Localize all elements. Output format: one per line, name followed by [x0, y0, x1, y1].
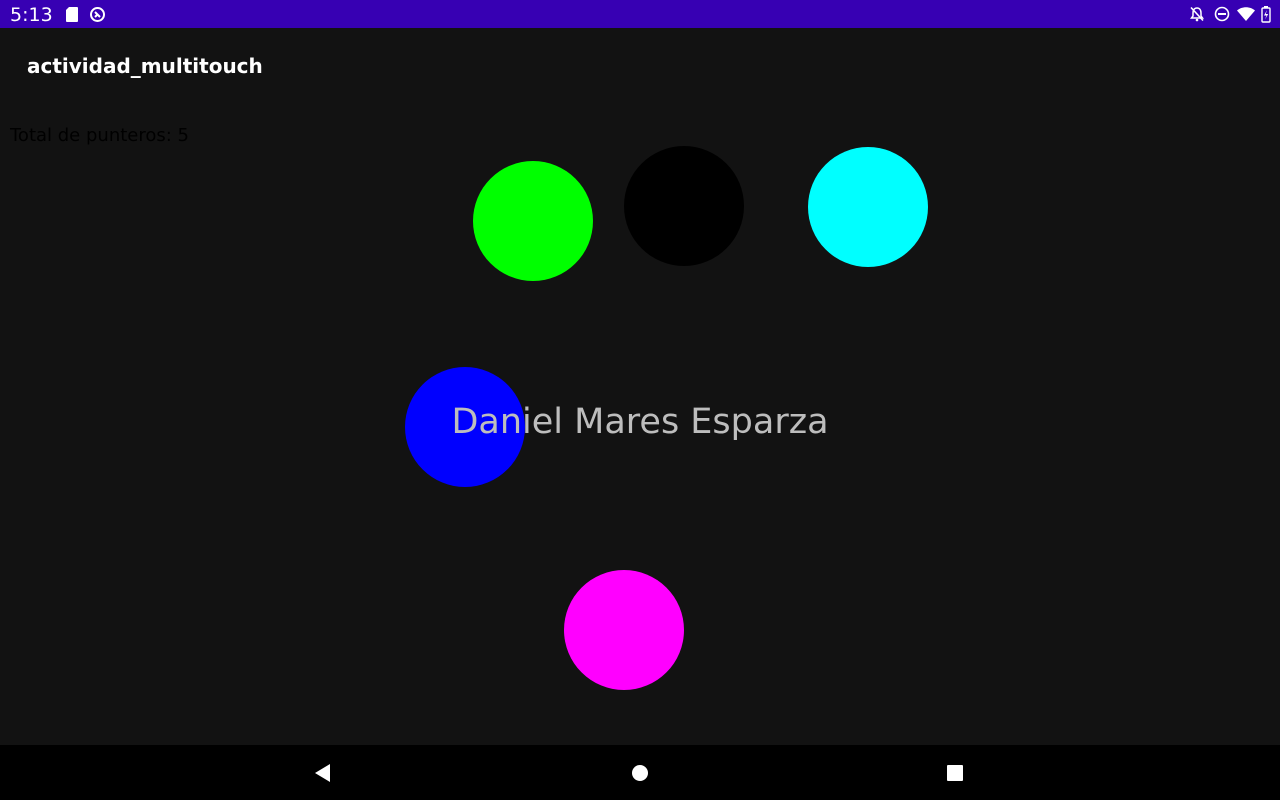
- app-bar: actividad_multitouch: [0, 28, 1280, 104]
- pointer-circle-green: [473, 161, 593, 281]
- back-icon[interactable]: [311, 762, 333, 784]
- pointer-circle-cyan: [808, 147, 928, 267]
- screen: 5:13 actividad_multitouch Total de punte…: [0, 0, 1280, 800]
- app-title: actividad_multitouch: [27, 54, 263, 78]
- pointer-circle-black: [624, 146, 744, 266]
- author-name: Daniel Mares Esparza: [451, 402, 829, 442]
- navigation-bar: [0, 745, 1280, 800]
- battery-charging-icon: [1261, 5, 1271, 23]
- do-not-disturb-icon: [1214, 5, 1230, 23]
- sync-icon: [89, 5, 106, 23]
- recents-icon[interactable]: [944, 762, 966, 784]
- home-icon[interactable]: [629, 762, 651, 784]
- pointer-count-label: Total de punteros: 5: [10, 125, 189, 146]
- sd-card-icon: [66, 5, 78, 23]
- wifi-icon: [1237, 5, 1255, 23]
- pointer-circle-magenta: [564, 570, 684, 690]
- notifications-off-icon: [1189, 5, 1205, 23]
- status-time: 5:13: [10, 4, 53, 26]
- touch-canvas[interactable]: Total de punteros: 5 Daniel Mares Esparz…: [0, 104, 1280, 745]
- status-bar: 5:13: [0, 0, 1280, 28]
